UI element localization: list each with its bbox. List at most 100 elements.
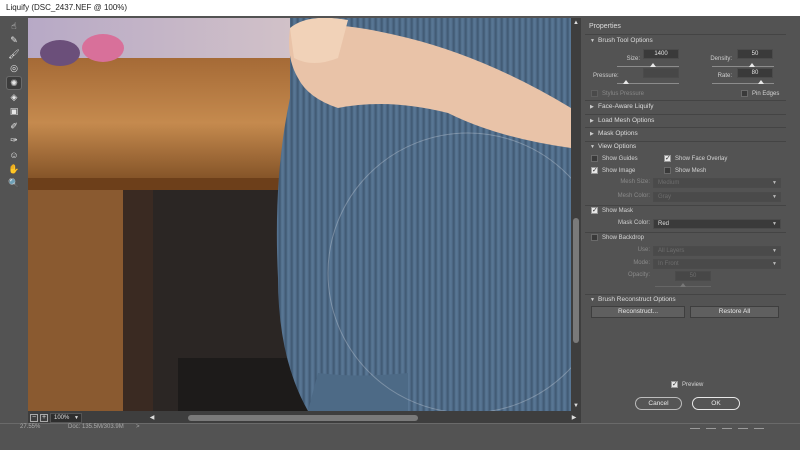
checkbox-box	[591, 155, 598, 162]
twirl-tool-icon[interactable]: ◎	[7, 63, 21, 75]
use-select[interactable]: All Layers ▼	[653, 246, 781, 256]
smooth-tool-icon[interactable]: 🖌	[7, 49, 21, 61]
mask-color-select[interactable]: Red ▼	[653, 219, 781, 229]
section-label: Load Mesh Options	[598, 117, 655, 124]
use-label: Use:	[637, 247, 650, 253]
chevron-down-icon: ▼	[772, 248, 777, 254]
dash-icon[interactable]	[706, 427, 716, 429]
rate-slider[interactable]	[712, 80, 774, 84]
zoom-level-select[interactable]: 100% ▼	[50, 413, 82, 423]
divider	[585, 100, 786, 101]
section-face-aware-liquify[interactable]: ▶ Face-Aware Liquify	[590, 103, 654, 110]
section-label: View Options	[598, 143, 637, 150]
checkbox-box	[591, 166, 598, 174]
scroll-down-icon[interactable]: ▼	[572, 402, 580, 410]
divider	[585, 114, 786, 115]
dash-icon[interactable]	[754, 427, 764, 429]
scroll-right-icon[interactable]: ▶	[570, 414, 578, 422]
size-input[interactable]: 1400	[643, 49, 679, 59]
mode-label: Mode:	[633, 260, 650, 266]
chevron-down-icon: ▼	[772, 180, 777, 186]
slider-knob[interactable]	[650, 63, 656, 67]
dash-icon[interactable]	[690, 427, 700, 429]
zoom-tool-icon[interactable]: 🔍	[7, 177, 21, 189]
section-label: Brush Reconstruct Options	[598, 296, 676, 303]
slider-knob[interactable]	[758, 80, 764, 84]
checkbox-label: Show Mask	[602, 207, 634, 214]
push-left-tool-icon[interactable]: ▣	[7, 106, 21, 118]
vertical-scroll-thumb[interactable]	[573, 218, 579, 343]
section-load-mesh-options[interactable]: ▶ Load Mesh Options	[590, 117, 654, 124]
reconstruct-tool-icon[interactable]: ✎	[7, 34, 21, 46]
select-value: Medium	[658, 180, 680, 186]
status-doc-size: Doc: 135.5M/303.9M	[68, 424, 124, 430]
bloat-tool-icon[interactable]: ◈	[7, 92, 21, 104]
zoom-out-button[interactable]: −	[30, 414, 38, 422]
checkbox-label: Show Guides	[602, 155, 638, 162]
zoom-in-button[interactable]: +	[40, 414, 48, 422]
show-face-overlay-checkbox[interactable]: Show Face Overlay	[664, 154, 727, 162]
zoom-level-value: 100%	[54, 415, 70, 421]
dash-icon[interactable]	[738, 427, 748, 429]
section-view-options[interactable]: ▼ View Options	[590, 143, 636, 150]
slider-knob[interactable]	[623, 80, 629, 84]
mesh-color-select[interactable]: Gray ▼	[653, 192, 781, 202]
image-canvas[interactable]	[28, 18, 571, 411]
section-brush-tool-options[interactable]: ▼ Brush Tool Options	[590, 37, 653, 44]
size-slider[interactable]	[617, 63, 679, 67]
opacity-input[interactable]: 50	[675, 271, 711, 281]
chevron-down-icon: ▼	[772, 261, 777, 267]
horizontal-scrollbar[interactable]: ◀ ▶	[148, 414, 578, 422]
mode-select[interactable]: In Front ▼	[653, 259, 781, 269]
pin-edges-checkbox[interactable]: Pin Edges	[741, 90, 779, 97]
thaw-mask-tool-icon[interactable]: ✑	[7, 134, 21, 146]
pressure-slider[interactable]	[617, 80, 679, 84]
horizontal-scroll-thumb[interactable]	[188, 415, 418, 421]
vertical-scrollbar[interactable]: ▲ ▼	[571, 18, 581, 411]
density-input[interactable]: 50	[737, 49, 773, 59]
freeze-mask-tool-icon[interactable]: ✐	[7, 120, 21, 132]
pucker-tool-icon[interactable]: ✺	[6, 76, 22, 91]
hand-tool-icon[interactable]: ✋	[7, 163, 21, 175]
panel-title: Properties	[589, 23, 621, 30]
density-slider[interactable]	[712, 63, 774, 67]
opacity-slider[interactable]	[655, 283, 711, 287]
dash-icon[interactable]	[722, 427, 732, 429]
rate-input[interactable]: 80	[737, 68, 773, 78]
show-backdrop-checkbox[interactable]: Show Backdrop	[591, 234, 644, 241]
ok-button[interactable]: OK	[692, 397, 740, 410]
pressure-input[interactable]	[643, 68, 679, 78]
show-image-checkbox[interactable]: Show Image	[591, 166, 636, 174]
status-menu-arrow[interactable]: >	[136, 424, 140, 430]
checkbox-box	[741, 90, 748, 97]
stylus-pressure-checkbox[interactable]: Stylus Pressure	[591, 90, 644, 97]
cancel-button[interactable]: Cancel	[635, 397, 682, 410]
forward-warp-tool-icon[interactable]: ☝	[7, 20, 21, 32]
window-title: Liquify (DSC_2437.NEF @ 100%)	[0, 0, 800, 16]
reconstruct-button[interactable]: Reconstruct...	[591, 306, 685, 318]
checkbox-label: Show Mesh	[675, 167, 707, 174]
opacity-label: Opacity:	[627, 272, 650, 278]
preview-checkbox[interactable]: Preview	[671, 380, 703, 388]
photo-preview	[28, 18, 571, 411]
show-guides-checkbox[interactable]: Show Guides	[591, 155, 638, 162]
liquify-dialog: ☝ ✎ 🖌 ◎ ✺ ◈ ▣ ✐ ✑ ☺ ✋ 🔍 ▲ ▼ − + 100% ▼ ◀…	[0, 16, 800, 440]
show-mask-checkbox[interactable]: Show Mask	[591, 206, 634, 214]
triangle-down-icon: ▼	[590, 143, 595, 150]
face-tool-icon[interactable]: ☺	[7, 149, 21, 161]
checkbox-label: Show Backdrop	[602, 234, 645, 241]
mesh-size-select[interactable]: Medium ▼	[653, 178, 781, 188]
restore-all-button[interactable]: Restore All	[690, 306, 779, 318]
section-brush-reconstruct-options[interactable]: ▼ Brush Reconstruct Options	[590, 296, 676, 303]
scroll-up-icon[interactable]: ▲	[572, 19, 580, 27]
select-value: Red	[658, 221, 670, 227]
checkbox-label: Show Image	[602, 167, 636, 174]
slider-knob[interactable]	[680, 283, 686, 287]
mesh-color-label: Mesh Color:	[617, 193, 650, 199]
show-mesh-checkbox[interactable]: Show Mesh	[664, 167, 706, 174]
triangle-down-icon: ▼	[590, 37, 595, 44]
scroll-left-icon[interactable]: ◀	[148, 414, 156, 422]
checkbox-box	[671, 380, 678, 388]
section-mask-options[interactable]: ▶ Mask Options	[590, 130, 638, 137]
slider-knob[interactable]	[749, 63, 755, 67]
